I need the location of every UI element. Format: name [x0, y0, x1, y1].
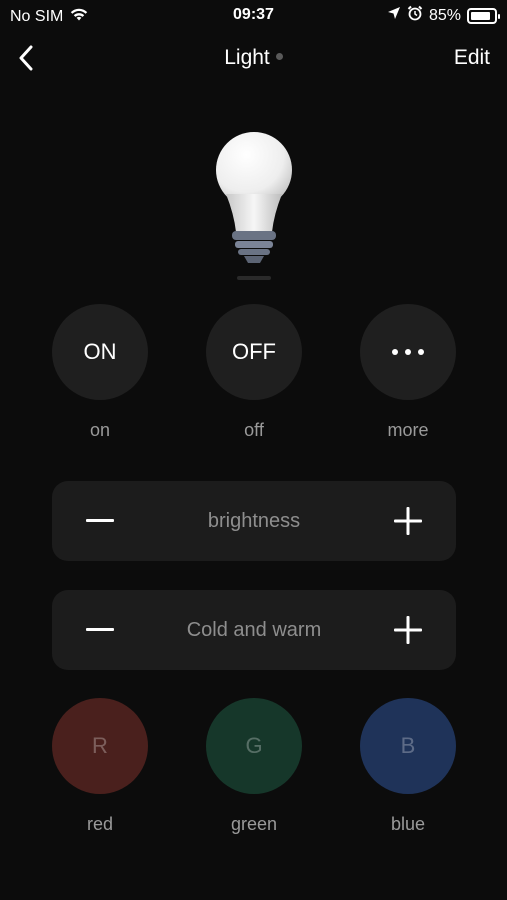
red-button[interactable]: R [52, 698, 148, 794]
status-bar: No SIM 09:37 85% [0, 0, 507, 30]
brightness-increase-button[interactable] [390, 503, 426, 539]
navigation-bar: Light Edit [0, 36, 507, 80]
light-control-screen: No SIM 09:37 85% Light Edit ON on OFF of… [0, 0, 507, 900]
status-right: 85% [387, 5, 500, 26]
status-dot [275, 53, 283, 61]
more-label: more [387, 420, 429, 440]
brightness-control: brightness [52, 481, 456, 561]
edit-button[interactable]: Edit [454, 46, 490, 70]
plus-icon [394, 507, 422, 535]
page-title-wrap: Light [0, 46, 507, 70]
off-label: off [244, 420, 264, 440]
color-temperature-control: Cold and warm [52, 590, 456, 670]
green-button[interactable]: G [206, 698, 302, 794]
temperature-increase-button[interactable] [390, 612, 426, 648]
green-label: green [230, 814, 278, 834]
blue-button[interactable]: B [360, 698, 456, 794]
off-button[interactable]: OFF [206, 304, 302, 400]
battery-icon [467, 7, 500, 24]
battery-fill [471, 11, 490, 20]
plus-icon [394, 616, 422, 644]
location-arrow-icon [387, 6, 401, 25]
battery-percent: 85% [428, 6, 461, 24]
red-label: red [86, 814, 113, 834]
on-button[interactable]: ON [52, 304, 148, 400]
more-button[interactable] [360, 304, 456, 400]
alarm-clock-icon [407, 5, 423, 26]
more-dots-icon [392, 349, 424, 355]
blue-label: blue [390, 814, 426, 834]
page-title: Light [224, 46, 270, 69]
on-label: on [89, 420, 111, 440]
light-bulb-icon [204, 128, 304, 288]
